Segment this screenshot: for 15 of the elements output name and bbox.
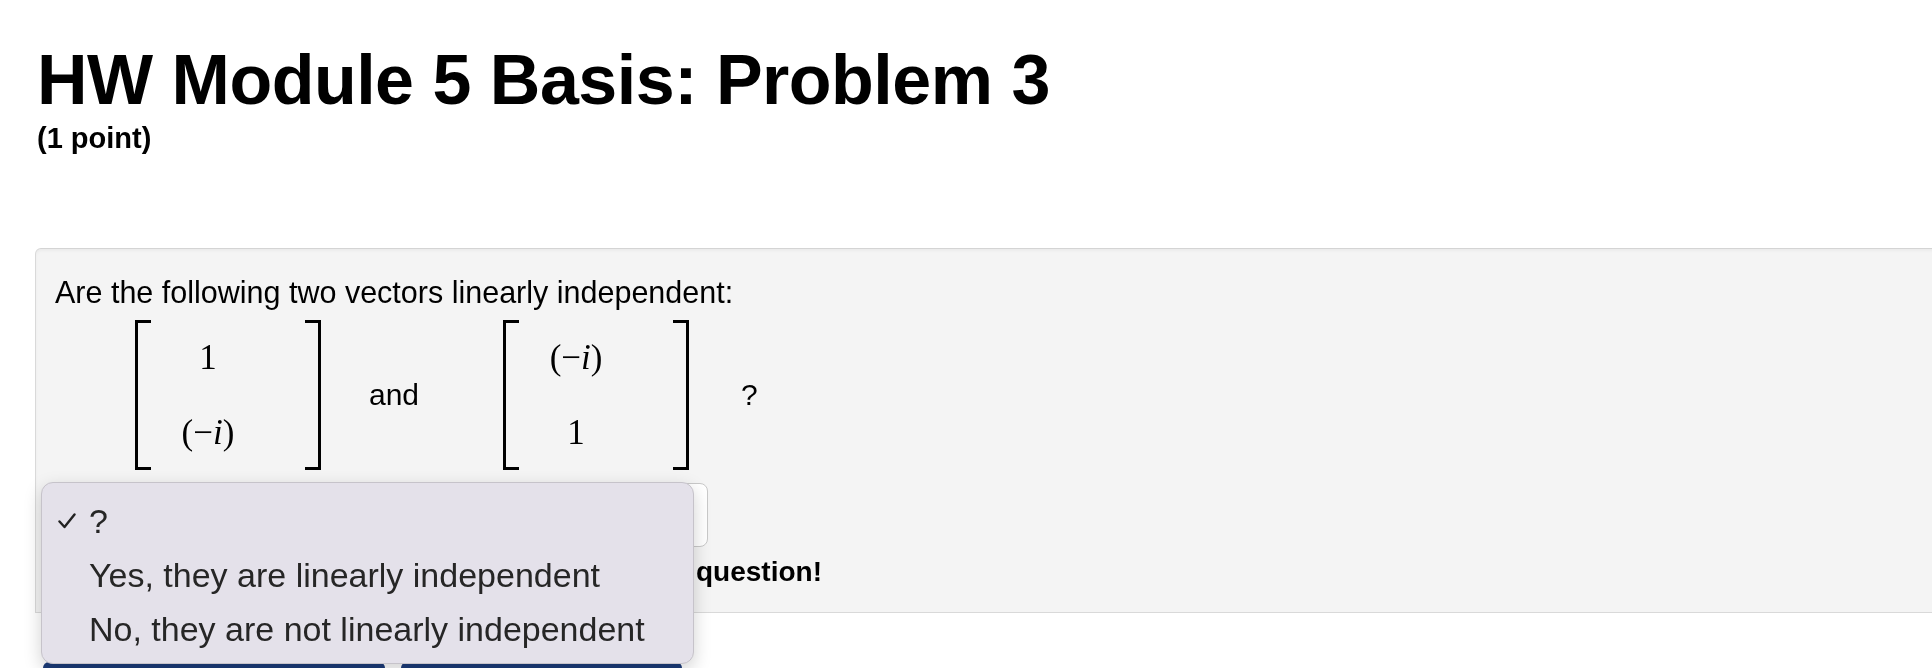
notice-text: question! (696, 556, 822, 588)
menu-option[interactable]: Yes, they are linearly independent (42, 548, 693, 602)
matrix-entry: 1 (567, 413, 585, 452)
page-title: HW Module 5 Basis: Problem 3 (37, 45, 1050, 115)
matrix-entry: 1 (199, 338, 217, 377)
action-button[interactable] (401, 662, 682, 668)
points-label: (1 point) (37, 124, 152, 153)
question-mark-text: ? (741, 378, 758, 412)
menu-option[interactable]: No, they are not linearly independent (42, 602, 693, 656)
menu-option[interactable]: ? (42, 494, 693, 548)
matrix-entry: (−i) (549, 338, 603, 377)
conjunction-text: and (369, 378, 420, 412)
matrix-entry: (−i) (181, 413, 235, 452)
action-button[interactable] (43, 662, 385, 668)
check-icon (58, 513, 76, 529)
